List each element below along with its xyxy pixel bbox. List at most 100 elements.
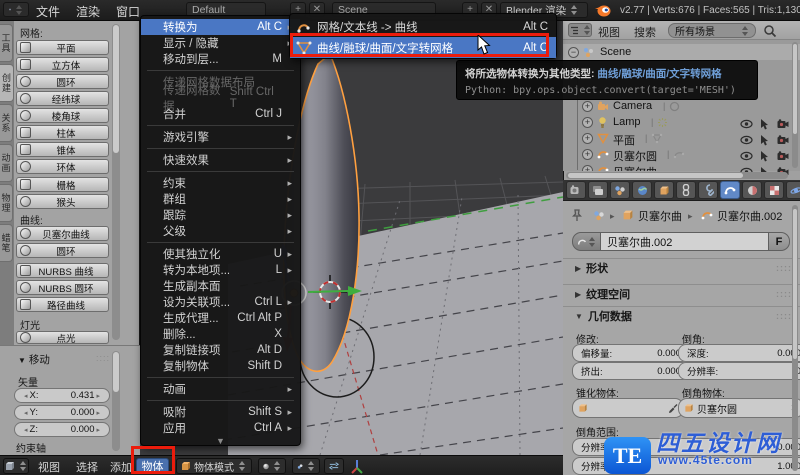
tab-modifiers[interactable] — [698, 181, 718, 199]
datablock-type-button[interactable] — [572, 232, 601, 251]
name-input[interactable]: 贝塞尔曲.002 — [601, 232, 769, 251]
vector-y-field[interactable]: Y:0.000 — [14, 405, 110, 420]
menu-render[interactable]: 渲染 — [76, 3, 100, 20]
eye-icon[interactable] — [740, 119, 753, 129]
menu-item-delete[interactable]: 删除... X — [141, 326, 300, 342]
expand-icon[interactable]: + — [582, 117, 593, 128]
eye-icon[interactable] — [740, 135, 753, 145]
panel-geometry[interactable]: ▼ 几何数据:::: — [563, 306, 800, 325]
expand-icon[interactable]: + — [582, 165, 593, 171]
tab-tools[interactable]: 工具 — [0, 24, 13, 62]
tab-constraints[interactable] — [676, 181, 696, 199]
menu-item-game-engine[interactable]: 游戏引擎 — [141, 129, 300, 145]
add-point-lamp-button[interactable]: 点光 — [16, 331, 109, 345]
menu-item-apply[interactable]: 应用 Ctrl A — [141, 420, 300, 436]
restrict-icons-camera[interactable] — [740, 119, 789, 130]
add-path-button[interactable]: 路径曲线 — [16, 297, 109, 312]
add-bezier-curve-button[interactable]: 贝塞尔曲线 — [16, 226, 109, 241]
bevel-object-field[interactable]: 贝塞尔圆 — [678, 398, 800, 418]
add-plane-button[interactable]: 平面 — [16, 40, 109, 55]
menu-item-convert-to[interactable]: 转换为 Alt C — [141, 19, 300, 35]
outliner-hscrollbar[interactable] — [566, 172, 788, 179]
manipulator-axis-icon[interactable] — [350, 459, 364, 474]
render-camera-icon[interactable] — [777, 119, 789, 129]
scene-breadcrumb-icon[interactable] — [593, 210, 605, 221]
expand-icon[interactable]: + — [582, 133, 593, 144]
cursor-arrow-icon[interactable] — [760, 151, 770, 162]
menu-item-animation[interactable]: 动画 — [141, 381, 300, 397]
tab-relations[interactable]: 关系 — [0, 104, 13, 142]
menu-item-join[interactable]: 合并 Ctrl J — [141, 106, 300, 122]
breadcrumb-data-name[interactable]: 贝塞尔曲.002 — [717, 208, 782, 224]
curve-breadcrumb-icon[interactable] — [701, 209, 713, 221]
view-menu[interactable]: 视图 — [38, 459, 60, 475]
info-editor-button[interactable]: i — [3, 2, 29, 17]
select-menu[interactable]: 选择 — [76, 459, 98, 475]
taper-object-field[interactable] — [572, 398, 684, 418]
vector-x-field[interactable]: X:0.431 — [14, 388, 110, 403]
properties-vscrollbar[interactable] — [792, 205, 798, 471]
add-cone-button[interactable]: 锥体 — [16, 142, 109, 157]
fake-user-button[interactable]: F — [769, 232, 790, 251]
expand-icon[interactable]: + — [582, 149, 593, 160]
menu-item-track[interactable]: 跟踪 — [141, 207, 300, 223]
outliner-view-menu[interactable]: 视图 — [598, 24, 620, 40]
panel-shape[interactable]: ▶ 形状:::: — [563, 258, 800, 277]
tab-create[interactable]: 创建 — [0, 64, 14, 102]
tab-physics[interactable]: 物理 — [0, 184, 13, 222]
cursor-arrow-icon[interactable] — [760, 135, 770, 146]
restrict-icons-plane[interactable] — [740, 151, 789, 162]
depth-field[interactable]: 深度: 0.000 — [678, 344, 800, 362]
panel-texture-space[interactable]: ▶ 纹理空间:::: — [563, 284, 800, 303]
tab-object[interactable] — [654, 181, 674, 199]
search-icon[interactable] — [763, 24, 777, 38]
menu-item-make-proxy[interactable]: 生成代理... Ctrl Alt P — [141, 310, 300, 326]
menu-item-make-links[interactable]: 设为关联项... Ctrl L — [141, 294, 300, 310]
offset-field[interactable]: 偏移量: 0.000 — [572, 344, 690, 362]
pivot-point-selector[interactable] — [292, 458, 320, 474]
menu-item-group[interactable]: 群组 — [141, 191, 300, 207]
eye-icon[interactable] — [740, 151, 753, 161]
menu-item-quick-effects[interactable]: 快速效果 — [141, 152, 300, 168]
menu-item-duplicate-objects[interactable]: 复制物体 Shift D — [141, 358, 300, 374]
menu-file[interactable]: 文件 — [36, 3, 60, 20]
menu-item-make-single-user[interactable]: 使其独立化 U — [141, 246, 300, 262]
snap-toggle[interactable] — [324, 458, 344, 474]
toolshelf-scrollbar[interactable] — [112, 24, 120, 340]
viewport-shading-selector[interactable] — [258, 458, 286, 474]
tab-material[interactable] — [742, 181, 762, 199]
outliner-filter-selector[interactable]: 所有场景 — [668, 23, 756, 38]
outliner-vscrollbar[interactable] — [792, 42, 798, 168]
panel-drag-dots-icon[interactable]: :::: — [96, 353, 110, 363]
tab-world[interactable] — [632, 181, 652, 199]
add-grid-button[interactable]: 栅格 — [16, 177, 109, 192]
add-icosphere-button[interactable]: 棱角球 — [16, 108, 109, 123]
menu-item-parent[interactable]: 父级 — [141, 223, 300, 239]
expand-icon[interactable]: + — [582, 101, 593, 112]
add-menu[interactable]: 添加 — [110, 459, 132, 475]
add-nurbs-circle-button[interactable]: NURBS 圆环 — [16, 280, 109, 295]
menu-item-make-local[interactable]: 转为本地项... L — [141, 262, 300, 278]
resolution-field[interactable]: 分辨率:0 — [678, 362, 800, 380]
menu-window[interactable]: 窗口 — [116, 3, 140, 20]
extrude-field[interactable]: 挤出: 0.000 — [572, 362, 690, 380]
menu-item-move-to-layer[interactable]: 移动到层... M — [141, 51, 300, 67]
breadcrumb-object-name[interactable]: 贝塞尔曲 — [638, 208, 682, 224]
menu-item-make-dupli-face[interactable]: 生成副本面 — [141, 278, 300, 294]
render-camera-icon[interactable] — [777, 135, 789, 145]
tab-render[interactable] — [566, 181, 586, 199]
add-uvsphere-button[interactable]: 经纬球 — [16, 91, 109, 106]
menu-item-show-hide[interactable]: 显示 / 隐藏 — [141, 35, 300, 51]
tab-render-layers[interactable] — [588, 181, 608, 199]
pin-icon[interactable] — [572, 209, 582, 222]
add-circle-button[interactable]: 圆环 — [16, 74, 109, 89]
menu-item-snap[interactable]: 吸附 Shift S — [141, 404, 300, 420]
add-nurbs-curve-button[interactable]: NURBS 曲线 — [16, 263, 109, 278]
render-camera-icon[interactable] — [777, 151, 789, 161]
add-cylinder-button[interactable]: 柱体 — [16, 125, 109, 140]
outliner-row-camera[interactable]: + Camera | — [563, 98, 800, 114]
tab-grease-pencil[interactable]: 蜡笔 — [0, 224, 13, 262]
eyedropper-icon[interactable] — [668, 403, 678, 414]
vector-z-field[interactable]: Z:0.000 — [14, 422, 110, 437]
tab-animation[interactable]: 动画 — [0, 144, 13, 182]
